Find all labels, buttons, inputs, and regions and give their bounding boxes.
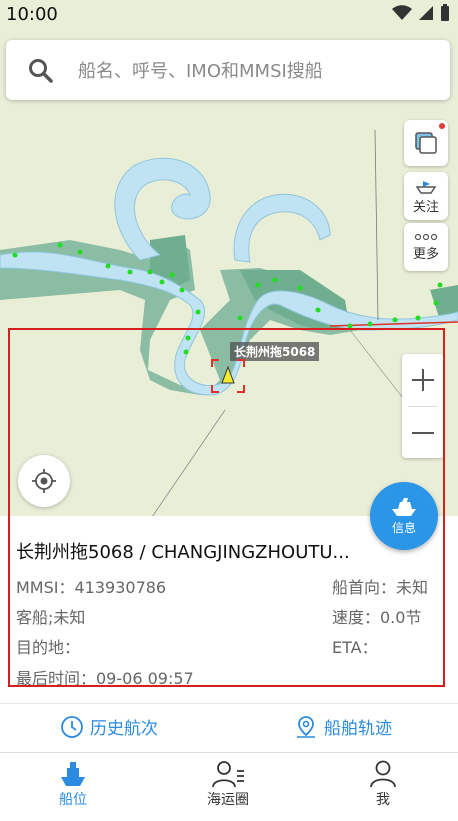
ship-icon	[61, 762, 85, 786]
ship-follow-icon	[415, 181, 437, 194]
more-label: 更多	[412, 247, 439, 262]
tab-label: 我	[376, 792, 390, 808]
ship-last-time: 最后时间：09-06 09:57	[16, 669, 194, 688]
info-button[interactable]: 信息	[370, 482, 438, 550]
action-bar: 历史航次 船舶轨迹	[0, 703, 458, 752]
ship-eta: ETA：	[332, 638, 378, 657]
ship-type: 客船;未知	[16, 608, 86, 627]
status-bar: 10:00	[0, 0, 458, 30]
ship-speed: 速度：0.0节	[332, 608, 422, 627]
people-icon	[212, 761, 244, 788]
ship-track-label: 船舶轨迹	[324, 719, 392, 739]
ship-destination: 目的地：	[16, 638, 81, 657]
status-time: 10:00	[6, 4, 58, 25]
more-dots-icon	[414, 233, 438, 241]
search-bar[interactable]	[6, 40, 450, 100]
status-icons	[392, 4, 450, 22]
plus-icon	[412, 369, 434, 391]
wifi-icon	[392, 5, 412, 20]
follow-button[interactable]: 关注	[404, 172, 448, 220]
tab-label: 船位	[59, 792, 87, 808]
tab-shipping-circle[interactable]: 海运圈	[178, 759, 278, 809]
crosshair-icon	[32, 469, 56, 493]
zoom-control	[402, 354, 444, 458]
history-voyage-button[interactable]: 历史航次	[60, 714, 158, 739]
search-icon	[29, 59, 53, 83]
tab-me[interactable]: 我	[333, 759, 433, 809]
person-icon	[370, 760, 396, 788]
clock-icon	[61, 715, 83, 738]
tab-label: 海运圈	[207, 792, 249, 808]
ship-icon	[392, 497, 416, 516]
ship-title: 长荆州拖5068 / CHANGJINGZHOUTU...	[16, 542, 350, 563]
ship-mmsi: MMSI：413930786	[16, 578, 167, 597]
zoom-in-button[interactable]	[402, 354, 444, 406]
selected-ship-marker[interactable]	[211, 359, 245, 393]
ship-track-button[interactable]: 船舶轨迹	[294, 714, 392, 739]
minus-icon	[412, 432, 434, 434]
locate-button[interactable]	[18, 455, 70, 507]
follow-label: 关注	[412, 200, 439, 215]
battery-icon	[441, 4, 449, 21]
bottom-tab-bar: 船位 海运圈 我	[0, 752, 458, 821]
zoom-out-button[interactable]	[402, 407, 444, 459]
tab-ship-position[interactable]: 船位	[23, 759, 123, 809]
search-input[interactable]	[76, 50, 440, 92]
layer-switch-button[interactable]	[404, 120, 448, 166]
info-label: 信息	[391, 520, 416, 535]
history-voyage-label: 历史航次	[90, 719, 158, 739]
notification-dot	[439, 123, 445, 129]
more-button[interactable]: 更多	[404, 223, 448, 271]
layers-icon	[415, 132, 437, 154]
location-pin-icon	[297, 715, 315, 738]
signal-icon	[419, 6, 433, 20]
ship-heading: 船首向：未知	[332, 578, 429, 597]
